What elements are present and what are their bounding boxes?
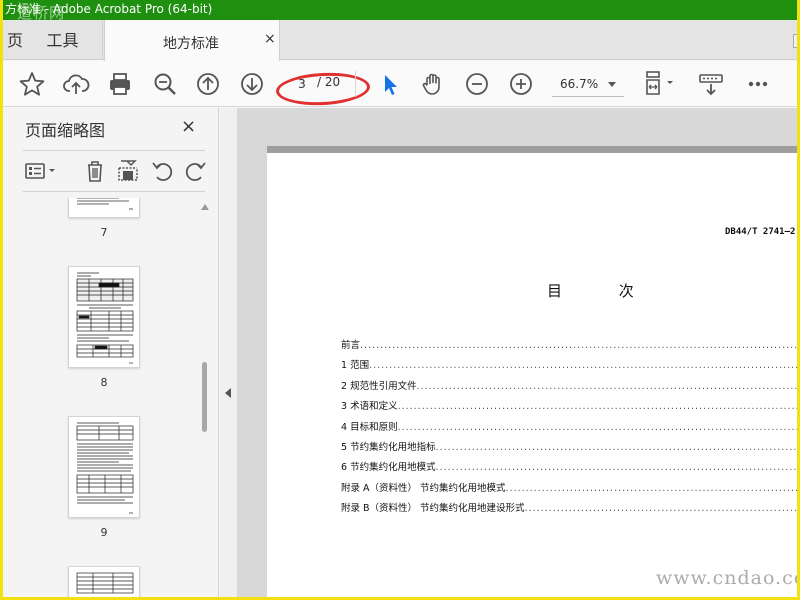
scroll-up-icon[interactable] (201, 204, 209, 210)
thumbnail-list: 7 8 9 (3, 198, 198, 597)
toolbar-divider (355, 71, 356, 97)
hand-tool-icon[interactable] (418, 69, 448, 99)
toc-row[interactable]: 2 规范性引用文件...............................… (341, 378, 797, 398)
tab-close-icon[interactable]: × (264, 31, 276, 47)
panel-title: 页面缩略图 (25, 121, 106, 140)
thumbnail-page-10[interactable] (68, 566, 140, 597)
zoom-level-select[interactable]: 66.7% (552, 73, 624, 97)
thumbnail-page-7[interactable] (68, 198, 140, 218)
scroll-mode-icon[interactable] (696, 69, 726, 99)
next-page-icon[interactable] (237, 69, 267, 99)
panel-collapse-handle[interactable] (220, 108, 237, 597)
zoom-out-icon[interactable] (462, 69, 492, 99)
tab-document-label: 地方标准 (163, 36, 219, 52)
rotate-left-icon[interactable] (149, 157, 177, 185)
page-display-icon[interactable] (641, 69, 681, 99)
toc-row[interactable]: 6 节约集约化用地模式.............................… (341, 459, 797, 479)
print-icon[interactable] (105, 69, 135, 99)
toc-row[interactable]: 附录 A（资料性） 节约集约化用地模式.....................… (341, 480, 797, 500)
table-of-contents: 前言......................................… (341, 337, 797, 521)
toc-row[interactable]: 前言......................................… (341, 337, 797, 357)
tab-document[interactable]: 地方标准 × (104, 20, 280, 61)
toc-row[interactable]: 3 术语和定义.................................… (341, 398, 797, 418)
thumbnail-label: 8 (100, 376, 108, 389)
thumbnail-panel: 页面缩略图 × 7 8 9 (3, 108, 219, 597)
watermark-bottom: www.cndao.com (656, 567, 797, 589)
panel-close-icon[interactable]: × (181, 116, 196, 137)
tab-tools[interactable]: 工具 (23, 20, 103, 60)
title-bar: 方标准 - Adobe Acrobat Pro (64-bit) (3, 0, 797, 20)
document-page: DB44/T 2741—2 目 次 前言....................… (267, 146, 797, 597)
scroll-thumb[interactable] (202, 362, 207, 432)
panel-toolbar (3, 153, 219, 189)
chevron-left-icon (225, 388, 231, 398)
thumbnail-scrollbar[interactable] (199, 198, 211, 597)
doc-title: 目 次 (547, 282, 660, 300)
toc-row[interactable]: 5 节约集约化用地指标.............................… (341, 439, 797, 459)
toc-row[interactable]: 1 范围....................................… (341, 357, 797, 377)
doc-header: DB44/T 2741—2 (725, 227, 796, 237)
bookmark-star-icon[interactable] (17, 69, 47, 99)
toolbar: / 20 66.7% (3, 61, 797, 108)
zoom-search-icon[interactable] (150, 69, 180, 99)
thumbnail-options-icon[interactable] (23, 157, 61, 185)
more-options-icon[interactable] (743, 69, 773, 99)
delete-page-icon[interactable] (81, 157, 109, 185)
thumbnail-page-8[interactable] (68, 266, 140, 368)
tab-home[interactable]: 页 (3, 20, 23, 60)
zoom-in-icon[interactable] (506, 69, 536, 99)
toc-row[interactable]: 4 目标和原则.................................… (341, 419, 797, 439)
zoom-level-value: 66.7% (560, 77, 599, 91)
chevron-down-icon (608, 82, 616, 87)
tab-overflow-icon[interactable] (793, 34, 797, 48)
thumbnail-page-9[interactable] (68, 416, 140, 518)
previous-page-icon[interactable] (193, 69, 223, 99)
cloud-upload-icon[interactable] (61, 69, 91, 99)
window-frame: 方标准 - Adobe Acrobat Pro (64-bit) 道桥网 页 工… (0, 0, 800, 600)
toc-row[interactable]: 附录 B（资料性） 节约集约化用地建设形式...................… (341, 500, 797, 520)
thumbnail-label: 9 (100, 526, 108, 539)
panel-divider (23, 191, 205, 192)
panel-divider (23, 150, 205, 151)
extract-page-icon[interactable] (114, 157, 142, 185)
thumbnail-label: 7 (100, 226, 108, 239)
rotate-right-icon[interactable] (181, 157, 209, 185)
tab-bar: 页 工具 地方标准 × (3, 20, 797, 61)
select-pointer-icon[interactable] (375, 69, 405, 99)
